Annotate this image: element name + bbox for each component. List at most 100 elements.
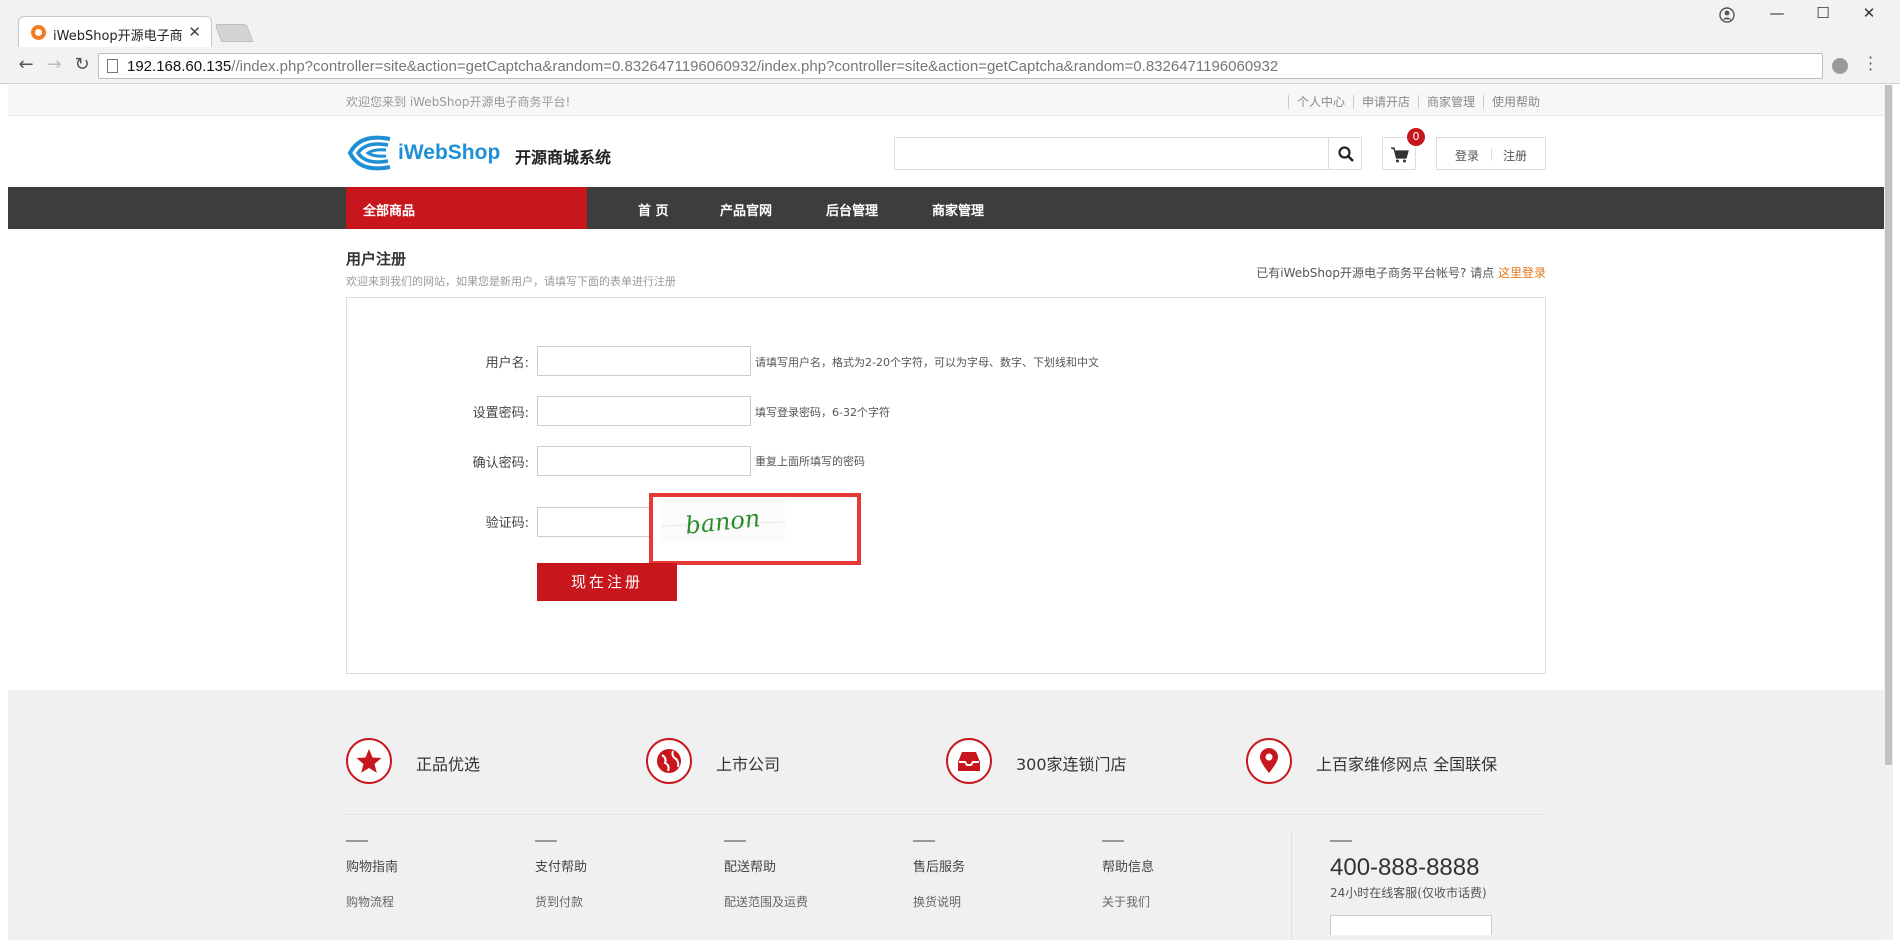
hotline-box [1330,915,1492,935]
col-link[interactable]: 关于我们 [1102,893,1262,910]
feature-label: 上市公司 [716,755,781,774]
password-field[interactable] [537,396,751,426]
footer-divider [346,814,1546,815]
back-arrow-icon[interactable]: ← [14,54,38,76]
browser-menu-icon[interactable]: · · · [1868,50,1874,78]
nav-official-site[interactable]: 产品官网 [720,200,772,219]
url-path: //index.php?controller=site&action=getCa… [231,58,1279,75]
reload-icon[interactable]: ↻ [70,54,94,76]
all-categories-button[interactable]: 全部商品 [346,187,587,229]
auth-divider [1491,148,1492,161]
col-link[interactable]: 购物流程 [346,893,506,910]
footer-col-after-sales: 售后服务 换货说明 [913,840,1073,910]
page-subtitle: 欢迎来到我们的网站，如果您是新用户，请填写下面的表单进行注册 [346,275,676,288]
star-icon [346,738,392,784]
hotline-dash [1330,840,1352,842]
top-links: 个人中心 申请开店 商家管理 使用帮助 [1287,93,1548,110]
new-tab-button[interactable] [214,24,254,42]
hotline-number: 400-888-8888 [1330,854,1480,881]
browser-toolbar: ← → ↻ 192.168.60.135//index.php?controll… [0,47,1900,84]
feature-label: 300家连锁门店 [1016,755,1127,774]
col-dash [913,840,935,842]
site-logo[interactable]: iWebShop 开源商城系统 [346,133,616,173]
col-heading: 购物指南 [346,860,399,875]
address-bar[interactable]: 192.168.60.135//index.php?controller=sit… [98,53,1823,79]
user-profile-icon[interactable] [1719,7,1735,23]
main-nav: 全部商品 首 页 产品官网 后台管理 商家管理 [8,187,1884,229]
nav-backend-admin[interactable]: 后台管理 [826,200,878,219]
hotline-block: 400-888-8888 24小时在线客服(仅收市话费) [1330,840,1492,935]
site-footer: 正品优选 上市公司 300家连锁门店 上百家维修网点 全国联保 购物指南 购物流… [8,690,1884,940]
col-dash [1102,840,1124,842]
search-button[interactable] [1328,137,1362,170]
footer-vertical-divider [1291,830,1292,940]
window-close-icon[interactable]: ✕ [1854,4,1884,22]
col-heading: 配送帮助 [724,860,777,875]
link-apply-store[interactable]: 申请开店 [1352,95,1418,109]
register-form: 用户名: 请填写用户名，格式为2-20个字符，可以为字母、数字、下划线和中文 设… [346,297,1546,674]
username-field[interactable] [537,346,751,376]
col-link[interactable]: 换货说明 [913,893,1073,910]
captcha-label: 验证码: [485,516,529,531]
feature-label: 正品优选 [416,755,481,774]
col-dash [724,840,746,842]
cart-count-badge: 0 [1407,128,1425,146]
cart-icon [1391,147,1409,163]
minimize-icon[interactable]: — [1762,4,1792,22]
welcome-text: 欢迎您来到 iWebShop开源电子商务平台! [346,95,571,109]
register-link[interactable]: 注册 [1503,147,1527,164]
forward-arrow-icon[interactable]: → [42,54,66,76]
col-dash [346,840,368,842]
hotline-description: 24小时在线客服(仅收市话费) [1330,886,1487,900]
footer-col-delivery: 配送帮助 配送范围及运费 [724,840,884,910]
login-prompt: 已有iWebShop开源电子商务平台帐号? 请点 这里登录 [1256,264,1546,281]
password-label: 设置密码: [472,406,529,421]
confirm-password-hint: 重复上面所填写的密码 [755,455,865,468]
confirm-password-field[interactable] [537,446,751,476]
col-dash [535,840,557,842]
maximize-icon[interactable]: ☐ [1808,4,1838,22]
search-icon [1338,146,1354,162]
link-help[interactable]: 使用帮助 [1482,95,1548,109]
inbox-icon [946,738,992,784]
link-personal-center[interactable]: 个人中心 [1287,95,1353,109]
browser-tab[interactable]: iWebShop开源电子商务 ✕ [18,16,212,48]
nav-home[interactable]: 首 页 [638,200,669,219]
page-viewport: 欢迎您来到 iWebShop开源电子商务平台! 个人中心 申请开店 商家管理 使用帮助… [8,85,1884,940]
col-heading: 帮助信息 [1102,860,1155,875]
search-input[interactable] [894,137,1347,170]
scrollbar-thumb[interactable] [1885,85,1892,765]
page-info-icon[interactable] [107,59,118,73]
extension-icon[interactable] [1832,58,1848,74]
confirm-password-label: 确认密码: [472,456,529,471]
address-url: 192.168.60.135//index.php?controller=sit… [127,58,1278,75]
page-scrollbar[interactable] [1884,85,1893,940]
page-title: 用户注册 [346,250,407,268]
cart-button[interactable]: 0 [1382,128,1425,170]
captcha-highlight-box [649,493,861,565]
username-hint: 请填写用户名，格式为2-20个字符，可以为字母、数字、下划线和中文 [755,356,1099,369]
username-label: 用户名: [485,356,529,371]
footer-col-payment: 支付帮助 货到付款 [535,840,695,910]
tab-title: iWebShop开源电子商务 [53,29,183,44]
login-link[interactable]: 登录 [1455,147,1479,164]
auth-box: 登录 注册 [1436,137,1546,170]
logo-swoosh-icon [347,135,391,171]
globe-icon [646,738,692,784]
feature-label: 上百家维修网点 全国联保 [1316,755,1498,774]
site-topbar: 欢迎您来到 iWebShop开源电子商务平台! 个人中心 申请开店 商家管理 使用帮助 [8,85,1884,116]
footer-col-help: 帮助信息 关于我们 [1102,840,1262,910]
tab-close-icon[interactable]: ✕ [188,23,201,41]
nav-merchant-admin[interactable]: 商家管理 [932,200,984,219]
link-merchant-admin[interactable]: 商家管理 [1417,95,1483,109]
login-here-link[interactable]: 这里登录 [1498,266,1546,280]
url-host: 192.168.60.135 [127,58,232,75]
login-prompt-text: 已有iWebShop开源电子商务平台帐号? 请点 [1256,266,1495,280]
logo-brand: iWebShop [398,141,501,164]
col-link[interactable]: 配送范围及运费 [724,893,884,910]
footer-col-shopping-guide: 购物指南 购物流程 [346,840,506,910]
col-link[interactable]: 货到付款 [535,893,695,910]
captcha-field[interactable] [537,507,651,537]
col-heading: 支付帮助 [535,860,588,875]
register-submit-button[interactable]: 现在注册 [537,563,677,601]
